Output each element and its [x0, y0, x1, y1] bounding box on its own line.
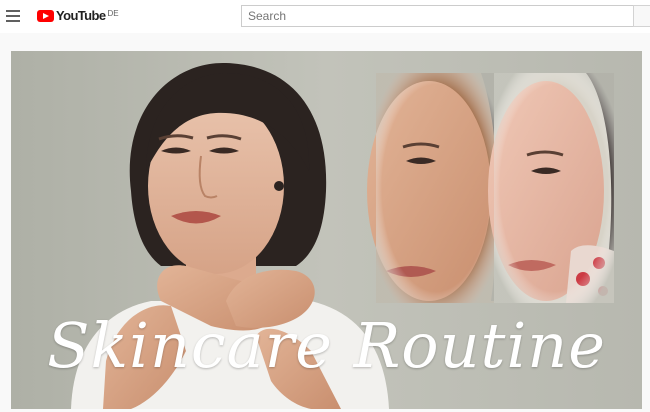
- thumbnail-title: Skincare Routine: [47, 309, 606, 382]
- youtube-logo-icon: [37, 10, 54, 22]
- brand-name: YouTube: [56, 8, 106, 23]
- search-button[interactable]: [633, 5, 650, 27]
- region-code: DE: [107, 9, 119, 18]
- video-player[interactable]: Skincare Routine: [11, 51, 642, 409]
- hamburger-menu-icon[interactable]: [6, 10, 20, 22]
- search-box: [241, 5, 633, 27]
- masthead: YouTube DE: [0, 0, 650, 33]
- search-input[interactable]: [242, 6, 628, 26]
- youtube-logo[interactable]: YouTube DE: [37, 9, 119, 23]
